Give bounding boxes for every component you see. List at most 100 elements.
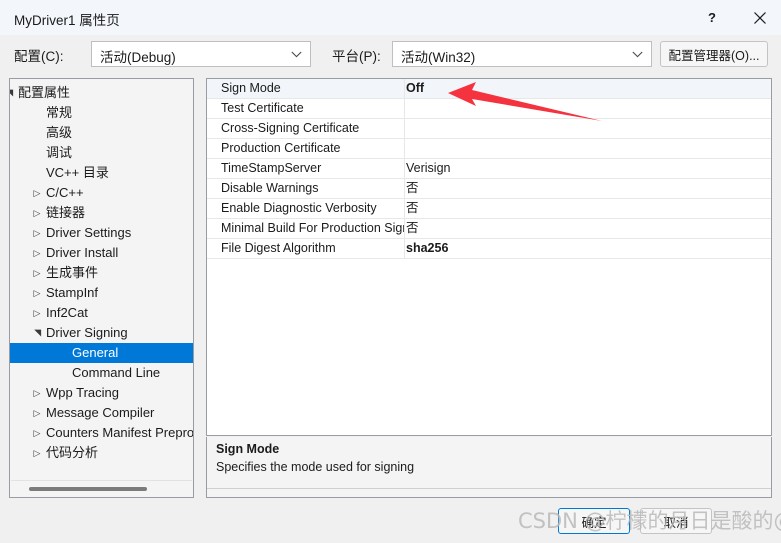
collapsed-triangle-icon[interactable]: ▷ xyxy=(30,283,44,303)
property-name: Production Certificate xyxy=(221,141,341,155)
tree-item-driver-settings[interactable]: ▷ Driver Settings xyxy=(10,223,193,243)
property-name: Disable Warnings xyxy=(221,181,319,195)
property-name: Sign Mode xyxy=(221,81,281,95)
property-name-cell: Enable Diagnostic Verbosity xyxy=(207,199,405,218)
collapsed-triangle-icon[interactable]: ▷ xyxy=(30,443,44,463)
question-mark-icon: ? xyxy=(708,10,716,25)
tree-item-driver-install[interactable]: ▷ Driver Install xyxy=(10,243,193,263)
cancel-button[interactable]: 取消 xyxy=(640,508,712,534)
expanded-triangle-icon[interactable]: ◢ xyxy=(27,326,47,340)
property-row[interactable]: TimeStampServer Verisign xyxy=(207,159,771,179)
tree-item-[interactable]: ▷ 生成事件 xyxy=(10,263,193,283)
settings-tree-panel: ◢配置属性常规高级调试VC++ 目录▷C/C++▷链接器▷Driver Sett… xyxy=(9,78,194,498)
tree-item-message-compiler[interactable]: ▷ Message Compiler xyxy=(10,403,193,423)
property-row[interactable]: File Digest Algorithm sha256 xyxy=(207,239,771,259)
tree-item-label: Command Line xyxy=(72,365,161,380)
property-value[interactable]: 否 xyxy=(406,220,419,237)
property-row[interactable]: Enable Diagnostic Verbosity 否 xyxy=(207,199,771,219)
tree-item-[interactable]: ▷ 链接器 xyxy=(10,203,193,223)
tree-item-vc[interactable]: VC++ 目录 xyxy=(10,163,193,183)
property-name-cell: File Digest Algorithm xyxy=(207,239,405,258)
tree-horizontal-scrollbar[interactable] xyxy=(11,480,192,496)
window-title: MyDriver1 属性页 xyxy=(14,13,120,28)
property-name-cell: Disable Warnings xyxy=(207,179,405,198)
tree-item-[interactable]: ◢配置属性 xyxy=(10,83,193,103)
tree-item-c-c[interactable]: ▷ C/C++ xyxy=(10,183,193,203)
property-value[interactable]: 否 xyxy=(406,180,419,197)
description-title: Sign Mode xyxy=(216,442,280,456)
tree-item-driver-signing[interactable]: ◢ Driver Signing xyxy=(10,323,193,343)
tree-item-label: Driver Settings xyxy=(46,225,132,240)
tree-item-label: Wpp Tracing xyxy=(46,385,119,400)
tree-item-label: 链接器 xyxy=(46,205,86,220)
property-name: Test Certificate xyxy=(221,101,304,115)
close-button[interactable] xyxy=(738,0,781,35)
property-name-cell: Test Certificate xyxy=(207,99,405,118)
tree-item-wpp-tracing[interactable]: ▷ Wpp Tracing xyxy=(10,383,193,403)
chevron-down-icon xyxy=(291,42,302,66)
tree-item-[interactable]: 常规 xyxy=(10,103,193,123)
property-row[interactable]: Sign Mode Off xyxy=(207,79,771,99)
tree-scrollbar-thumb[interactable] xyxy=(29,487,147,491)
property-pages-dialog: MyDriver1 属性页 ? 配置(C): 活动(Debug) 平台(P): … xyxy=(0,0,781,543)
configuration-combobox-value: 活动(Debug) xyxy=(100,50,176,65)
tree-item-label: C/C++ xyxy=(46,185,84,200)
collapsed-triangle-icon[interactable]: ▷ xyxy=(30,303,44,323)
property-name-cell: Cross-Signing Certificate xyxy=(207,119,405,138)
tree-item-[interactable]: ▷ 代码分析 xyxy=(10,443,193,463)
tree-item-label: StampInf xyxy=(46,285,99,300)
tree-item-label: VC++ 目录 xyxy=(46,165,109,180)
tree-item-label: 常规 xyxy=(46,105,73,120)
property-row[interactable]: Disable Warnings 否 xyxy=(207,179,771,199)
tree-item-command-line[interactable]: Command Line xyxy=(10,363,193,383)
property-name-cell: Minimal Build For Production Signing xyxy=(207,219,405,238)
configuration-bar: 配置(C): 活动(Debug) 平台(P): 活动(Win32) 配置管理器(… xyxy=(0,35,781,72)
settings-tree: ◢配置属性常规高级调试VC++ 目录▷C/C++▷链接器▷Driver Sett… xyxy=(10,83,193,463)
tree-item-stampinf[interactable]: ▷ StampInf xyxy=(10,283,193,303)
collapsed-triangle-icon[interactable]: ▷ xyxy=(30,383,44,403)
property-name-cell: TimeStampServer xyxy=(207,159,405,178)
title-bar: MyDriver1 属性页 ? xyxy=(0,0,781,35)
collapsed-triangle-icon[interactable]: ▷ xyxy=(30,263,44,283)
tree-item-label: 配置属性 xyxy=(18,85,71,100)
property-name: File Digest Algorithm xyxy=(221,241,336,255)
configuration-manager-button[interactable]: 配置管理器(O)... xyxy=(660,41,768,67)
tree-item-general[interactable]: General xyxy=(10,343,193,363)
ok-button[interactable]: 确定 xyxy=(558,508,630,534)
configuration-label: 配置(C): xyxy=(14,49,64,64)
platform-combobox[interactable]: 活动(Win32) xyxy=(392,41,652,67)
tree-item-counters-manifest-preprocessor[interactable]: ▷Counters Manifest Preprocessor xyxy=(10,423,193,443)
tree-item-label: Driver Signing xyxy=(46,325,128,340)
property-value[interactable]: 否 xyxy=(406,200,419,217)
property-row[interactable]: Test Certificate xyxy=(207,99,771,119)
collapsed-triangle-icon[interactable]: ▷ xyxy=(30,223,44,243)
collapsed-triangle-icon[interactable]: ▷ xyxy=(30,183,44,203)
tree-item-[interactable]: 调试 xyxy=(10,143,193,163)
tree-item-label: 代码分析 xyxy=(46,445,99,460)
property-grid: Sign Mode Off Test Certificate Cross-Signin… xyxy=(206,78,772,436)
platform-label: 平台(P): xyxy=(332,49,381,64)
property-row[interactable]: Production Certificate xyxy=(207,139,771,159)
tree-item-inf2cat[interactable]: ▷ Inf2Cat xyxy=(10,303,193,323)
tree-item-label: General xyxy=(72,345,119,360)
tree-item-[interactable]: 高级 xyxy=(10,123,193,143)
tree-item-label: 调试 xyxy=(46,145,73,160)
description-divider xyxy=(207,488,771,489)
collapsed-triangle-icon[interactable]: ▷ xyxy=(30,243,44,263)
collapsed-triangle-icon[interactable]: ▷ xyxy=(30,203,44,223)
property-name: Enable Diagnostic Verbosity xyxy=(221,201,377,215)
help-button[interactable]: ? xyxy=(690,0,734,35)
property-value[interactable]: Verisign xyxy=(406,160,450,177)
tree-item-label: Inf2Cat xyxy=(46,305,88,320)
collapsed-triangle-icon[interactable]: ▷ xyxy=(30,403,44,423)
property-value[interactable]: Off xyxy=(406,80,424,97)
property-row[interactable]: Minimal Build For Production Signing否 xyxy=(207,219,771,239)
property-name: Cross-Signing Certificate xyxy=(221,121,360,135)
configuration-combobox[interactable]: 活动(Debug) xyxy=(91,41,311,67)
tree-item-label: 生成事件 xyxy=(46,265,99,280)
collapsed-triangle-icon[interactable]: ▷ xyxy=(30,423,44,443)
property-row[interactable]: Cross-Signing Certificate xyxy=(207,119,771,139)
description-text: Specifies the mode used for signing xyxy=(216,460,415,474)
tree-item-label: 高级 xyxy=(46,125,73,140)
property-value[interactable]: sha256 xyxy=(406,240,448,257)
